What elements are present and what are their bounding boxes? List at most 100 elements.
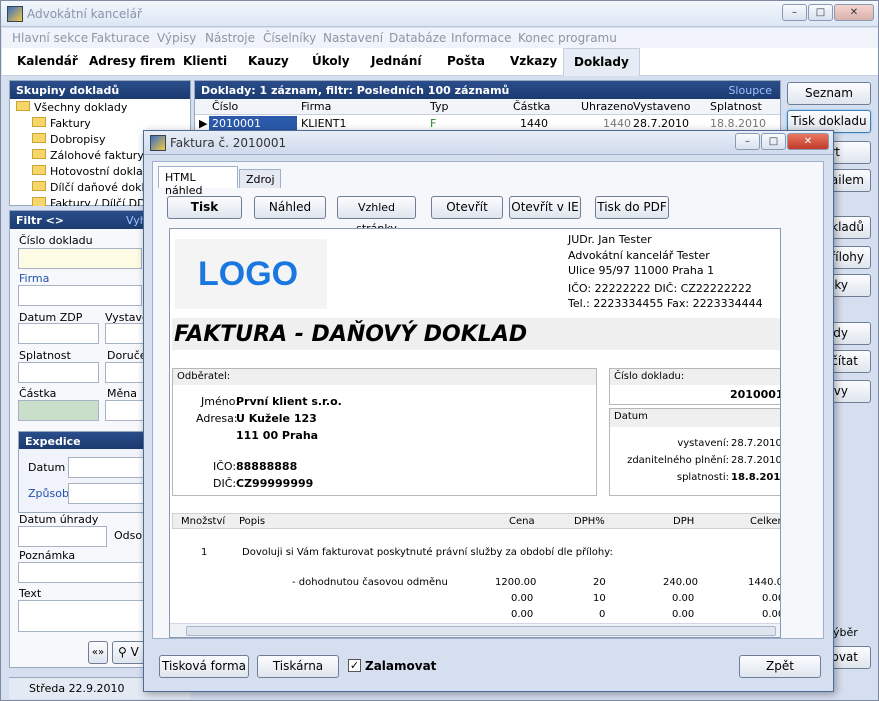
line-total-2: 0.00 bbox=[762, 593, 780, 604]
seznam-button[interactable]: Seznam bbox=[787, 82, 871, 105]
customer-address-2: 111 00 Praha bbox=[236, 429, 319, 442]
vzhled-stranky-button[interactable]: Vzhled stránky bbox=[337, 196, 416, 235]
line-price-3: 0.00 bbox=[511, 609, 534, 620]
menu-konec[interactable]: Konec programu bbox=[518, 31, 617, 45]
grid-header-row: Číslo Firma Typ Částka Uhrazeno Vystaven… bbox=[195, 99, 780, 115]
title-bar: Advokátní kancelář – □ ✕ bbox=[1, 1, 878, 27]
hscroll-thumb[interactable] bbox=[186, 626, 776, 636]
zpet-button[interactable]: Zpět bbox=[739, 655, 821, 678]
menu-fakturace[interactable]: Fakturace bbox=[91, 31, 150, 45]
menu-databaze[interactable]: Databáze bbox=[389, 31, 446, 45]
label-cislo: Číslo dokladu bbox=[19, 234, 93, 247]
menu-ciselniky[interactable]: Číselníky bbox=[263, 31, 316, 45]
vyber-label[interactable]: ýběr bbox=[833, 626, 858, 639]
expedice-box: Expedice Datum Způsob bbox=[18, 431, 158, 513]
mena-field[interactable] bbox=[105, 400, 145, 421]
menu-bar: Hlavní sekce Fakturace Výpisy Nástroje Č… bbox=[2, 28, 878, 48]
close-button[interactable]: ✕ bbox=[834, 4, 874, 21]
nahled-button[interactable]: Náhled bbox=[254, 196, 326, 219]
dialog-icon bbox=[150, 135, 166, 151]
logo-box: LOGO bbox=[175, 239, 327, 309]
customer-dic: CZ99999999 bbox=[236, 477, 314, 490]
col-uhrazeno[interactable]: Uhrazeno bbox=[581, 100, 634, 113]
invoice-heading: FAKTURA - DAŇOVÝ DOKLAD bbox=[174, 322, 528, 347]
group-all[interactable]: Všechny doklady bbox=[16, 101, 127, 114]
tab-vzkazy[interactable]: Vzkazy bbox=[510, 54, 557, 68]
tab-klienti[interactable]: Klienti bbox=[183, 54, 227, 68]
tab-doklady[interactable]: Doklady bbox=[563, 48, 640, 76]
col-cena: Cena bbox=[509, 516, 535, 527]
group-faktury[interactable]: Faktury bbox=[32, 117, 91, 130]
otevrit-button[interactable]: Otevřít bbox=[431, 196, 503, 219]
tab-zdroj[interactable]: Zdroj bbox=[239, 169, 281, 188]
toggle-button[interactable]: «» bbox=[88, 641, 108, 664]
col-mnozstvi: Množství bbox=[181, 516, 226, 527]
col-vystaveno[interactable]: Vystaveno bbox=[633, 100, 691, 113]
tab-kalendar[interactable]: Kalendář bbox=[17, 54, 78, 68]
groups-header: Skupiny dokladů bbox=[10, 81, 190, 99]
tiskova-forma-button[interactable]: Tisková forma bbox=[159, 655, 249, 678]
tab-jednani[interactable]: Jednání bbox=[371, 54, 422, 68]
issuer-company: Advokátní kancelář Tester bbox=[568, 248, 710, 262]
label-castka: Částka bbox=[19, 387, 57, 400]
issuer-address: Ulice 95/97 11000 Praha 1 bbox=[568, 264, 715, 277]
text-field[interactable] bbox=[18, 600, 148, 632]
cell-typ: F bbox=[430, 117, 437, 130]
col-typ[interactable]: Typ bbox=[430, 100, 449, 113]
tiskarna-button[interactable]: Tiskárna bbox=[257, 655, 339, 678]
col-castka[interactable]: Částka bbox=[513, 100, 550, 113]
datum-uhrady-field[interactable] bbox=[18, 526, 107, 547]
menu-vypisy[interactable]: Výpisy bbox=[157, 31, 196, 45]
doruceno-field[interactable] bbox=[105, 362, 145, 383]
menu-informace[interactable]: Informace bbox=[451, 31, 511, 45]
ico-label: IČO: bbox=[213, 460, 237, 473]
menu-hlavni[interactable]: Hlavní sekce bbox=[12, 31, 88, 45]
dialog-close-button[interactable]: ✕ bbox=[787, 133, 829, 150]
dialog-minimize-button[interactable]: – bbox=[735, 133, 760, 150]
group-dobropisy[interactable]: Dobropisy bbox=[32, 133, 105, 146]
splatnost-field[interactable] bbox=[18, 362, 99, 383]
taxable-label: zdanitelného plnění: bbox=[627, 455, 729, 466]
firma-field[interactable] bbox=[18, 285, 142, 306]
line-vat-pct-2: 10 bbox=[593, 593, 606, 604]
customer-box: Odběratel: Jméno: První klient s.r.o. Ad… bbox=[172, 368, 597, 496]
col-firma[interactable]: Firma bbox=[301, 100, 331, 113]
col-dph-pct: DPH% bbox=[574, 516, 605, 527]
group-zalohove[interactable]: Zálohové faktury bbox=[32, 149, 144, 162]
expedice-datum-field[interactable] bbox=[68, 457, 148, 478]
label-firma[interactable]: Firma bbox=[19, 272, 49, 285]
maximize-button[interactable]: □ bbox=[808, 4, 833, 21]
otevrit-v-ie-button[interactable]: Otevřít v IE bbox=[509, 196, 581, 219]
tab-ukoly[interactable]: Úkoly bbox=[312, 54, 350, 68]
label-zpusob[interactable]: Způsob bbox=[28, 487, 69, 500]
poznamka-field[interactable] bbox=[18, 562, 148, 583]
col-cislo[interactable]: Číslo bbox=[212, 100, 238, 113]
col-splatnost[interactable]: Splatnost bbox=[710, 100, 762, 113]
zalamovat-checkbox[interactable]: ✓ bbox=[348, 659, 361, 672]
datum-zdp-field[interactable] bbox=[18, 323, 99, 344]
tab-html-nahled[interactable]: HTML náhled bbox=[158, 166, 238, 197]
tab-adresy[interactable]: Adresy firem bbox=[89, 54, 176, 68]
tisk-button[interactable]: Tisk bbox=[167, 196, 242, 219]
group-hotovostni[interactable]: Hotovostní doklady bbox=[32, 165, 156, 178]
line-desc-1: - dohodnutou časovou odměnu bbox=[292, 577, 448, 588]
menu-nastaveni[interactable]: Nastavení bbox=[323, 31, 383, 45]
line-vat-2: 0.00 bbox=[672, 593, 695, 604]
tab-kauzy[interactable]: Kauzy bbox=[248, 54, 289, 68]
columns-link[interactable]: Sloupce bbox=[728, 84, 772, 97]
tisk-do-pdf-button[interactable]: Tisk do PDF bbox=[595, 196, 669, 219]
number-label: Číslo dokladu: bbox=[610, 369, 780, 385]
castka-field[interactable] bbox=[18, 400, 99, 421]
tab-posta[interactable]: Pošta bbox=[447, 54, 485, 68]
minimize-button[interactable]: – bbox=[782, 4, 807, 21]
cislo-field[interactable] bbox=[18, 248, 142, 269]
issued-label: vystavení: bbox=[677, 438, 729, 449]
expedice-zpusob-field[interactable] bbox=[68, 483, 148, 504]
line-vat-3: 0.00 bbox=[672, 609, 695, 620]
dialog-maximize-button[interactable]: □ bbox=[761, 133, 786, 150]
item-qty: 1 bbox=[201, 547, 208, 558]
vystaven-field[interactable] bbox=[105, 323, 145, 344]
menu-nastroje[interactable]: Nástroje bbox=[205, 31, 255, 45]
horizontal-scrollbar[interactable] bbox=[170, 623, 780, 637]
logo: LOGO bbox=[198, 255, 299, 293]
